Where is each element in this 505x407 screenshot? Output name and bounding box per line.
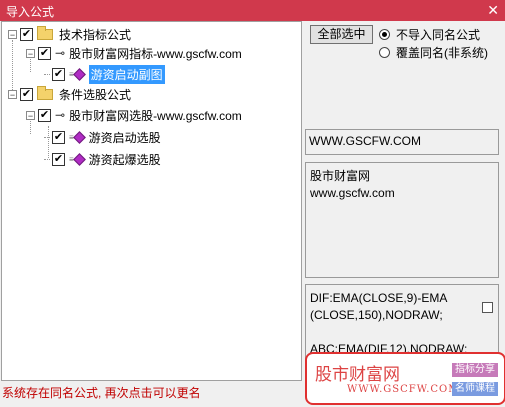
radio-unselected-icon[interactable] [379, 47, 390, 58]
tree-item-stock-selection[interactable]: − ✔ 条件选股公式 [8, 85, 131, 103]
formula-description: 股市财富网 www.gscfw.com [305, 162, 499, 278]
radio-label: 不导入同名公式 [396, 28, 481, 42]
code-checkbox[interactable] [482, 302, 493, 313]
site-watermark: 股市财富网 WWW.GSCFW.COM 指标分享 名师课程 [305, 352, 505, 405]
watermark-name: 股市财富网 [315, 365, 400, 385]
window-title: 导入公式 [6, 5, 55, 19]
formula-tree[interactable]: − ✔ 技术指标公式 − ✔ ⊸ 股市财富网指标-www.gscfw.com ✔… [1, 21, 302, 381]
watermark-tag: 指标分享 [452, 363, 498, 377]
radio-selected-icon[interactable] [379, 29, 390, 40]
tree-item-tech-indicators[interactable]: − ✔ 技术指标公式 [8, 25, 131, 43]
tree-item-label: 条件选股公式 [59, 87, 132, 102]
watermark-tag: 名师课程 [452, 382, 498, 396]
radio-no-import[interactable]: 不导入同名公式 [379, 26, 480, 43]
radio-overwrite[interactable]: 覆盖同名(非系统) [379, 44, 488, 61]
formula-url-field: WWW.GSCFW.COM [305, 129, 499, 155]
tree-item-label: 技术指标公式 [59, 27, 132, 42]
tree-item-label: 股市财富网选股-www.gscfw.com [69, 108, 242, 123]
formula-icon: ≡ [69, 67, 86, 81]
folder-icon [37, 25, 53, 40]
formula-icon: ≡ [69, 152, 86, 166]
code-line: (CLOSE,150),NODRAW; [310, 308, 443, 322]
collapse-icon[interactable]: − [26, 48, 35, 58]
tree-item-indicator-group[interactable]: − ✔ ⊸ 股市财富网指标-www.gscfw.com [26, 44, 242, 62]
tree-checkbox[interactable]: ✔ [20, 87, 33, 101]
tree-checkbox[interactable]: ✔ [52, 152, 65, 166]
tree-item-youzi-chart[interactable]: ✔ ≡ 游资启动副图 [44, 64, 165, 84]
radio-label: 覆盖同名(非系统) [396, 46, 488, 60]
formula-icon: ≡ [69, 130, 86, 144]
tree-item-selection-group[interactable]: − ✔ ⊸ 股市财富网选股-www.gscfw.com [26, 106, 242, 124]
tree-item-youzi-burst[interactable]: ✔ ≡ 游资起爆选股 [44, 150, 161, 168]
collapse-icon[interactable]: − [8, 29, 17, 39]
tree-checkbox[interactable]: ✔ [52, 130, 65, 144]
watermark-url: WWW.GSCFW.COM [347, 384, 460, 395]
description-line: 股市财富网 [310, 169, 371, 183]
tree-item-youzi-start[interactable]: ✔ ≡ 游资启动选股 [44, 128, 161, 146]
folder-icon [37, 85, 53, 100]
tree-item-label: 股市财富网指标-www.gscfw.com [69, 46, 242, 61]
tree-item-label: 游资起爆选股 [88, 152, 161, 167]
collapse-icon[interactable]: − [8, 89, 17, 99]
title-bar: 导入公式 ✕ [0, 0, 505, 21]
tree-item-label: 游资启动副图 [88, 64, 165, 84]
key-icon: ⊸ [55, 108, 66, 122]
select-all-button[interactable]: 全部选中 [310, 25, 373, 44]
key-icon: ⊸ [55, 46, 66, 60]
close-icon[interactable]: ✕ [487, 1, 499, 19]
tree-checkbox[interactable]: ✔ [38, 46, 51, 60]
status-message: 系统存在同名公式, 再次点击可以更名 [2, 386, 201, 400]
collapse-icon[interactable]: − [26, 110, 35, 120]
tree-checkbox[interactable]: ✔ [20, 27, 33, 41]
tree-checkbox[interactable]: ✔ [38, 108, 51, 122]
tree-checkbox[interactable]: ✔ [52, 67, 65, 81]
tree-item-label: 游资启动选股 [88, 130, 161, 145]
description-line: www.gscfw.com [310, 186, 395, 200]
code-line: DIF:EMA(CLOSE,9)-EMA [310, 291, 448, 305]
